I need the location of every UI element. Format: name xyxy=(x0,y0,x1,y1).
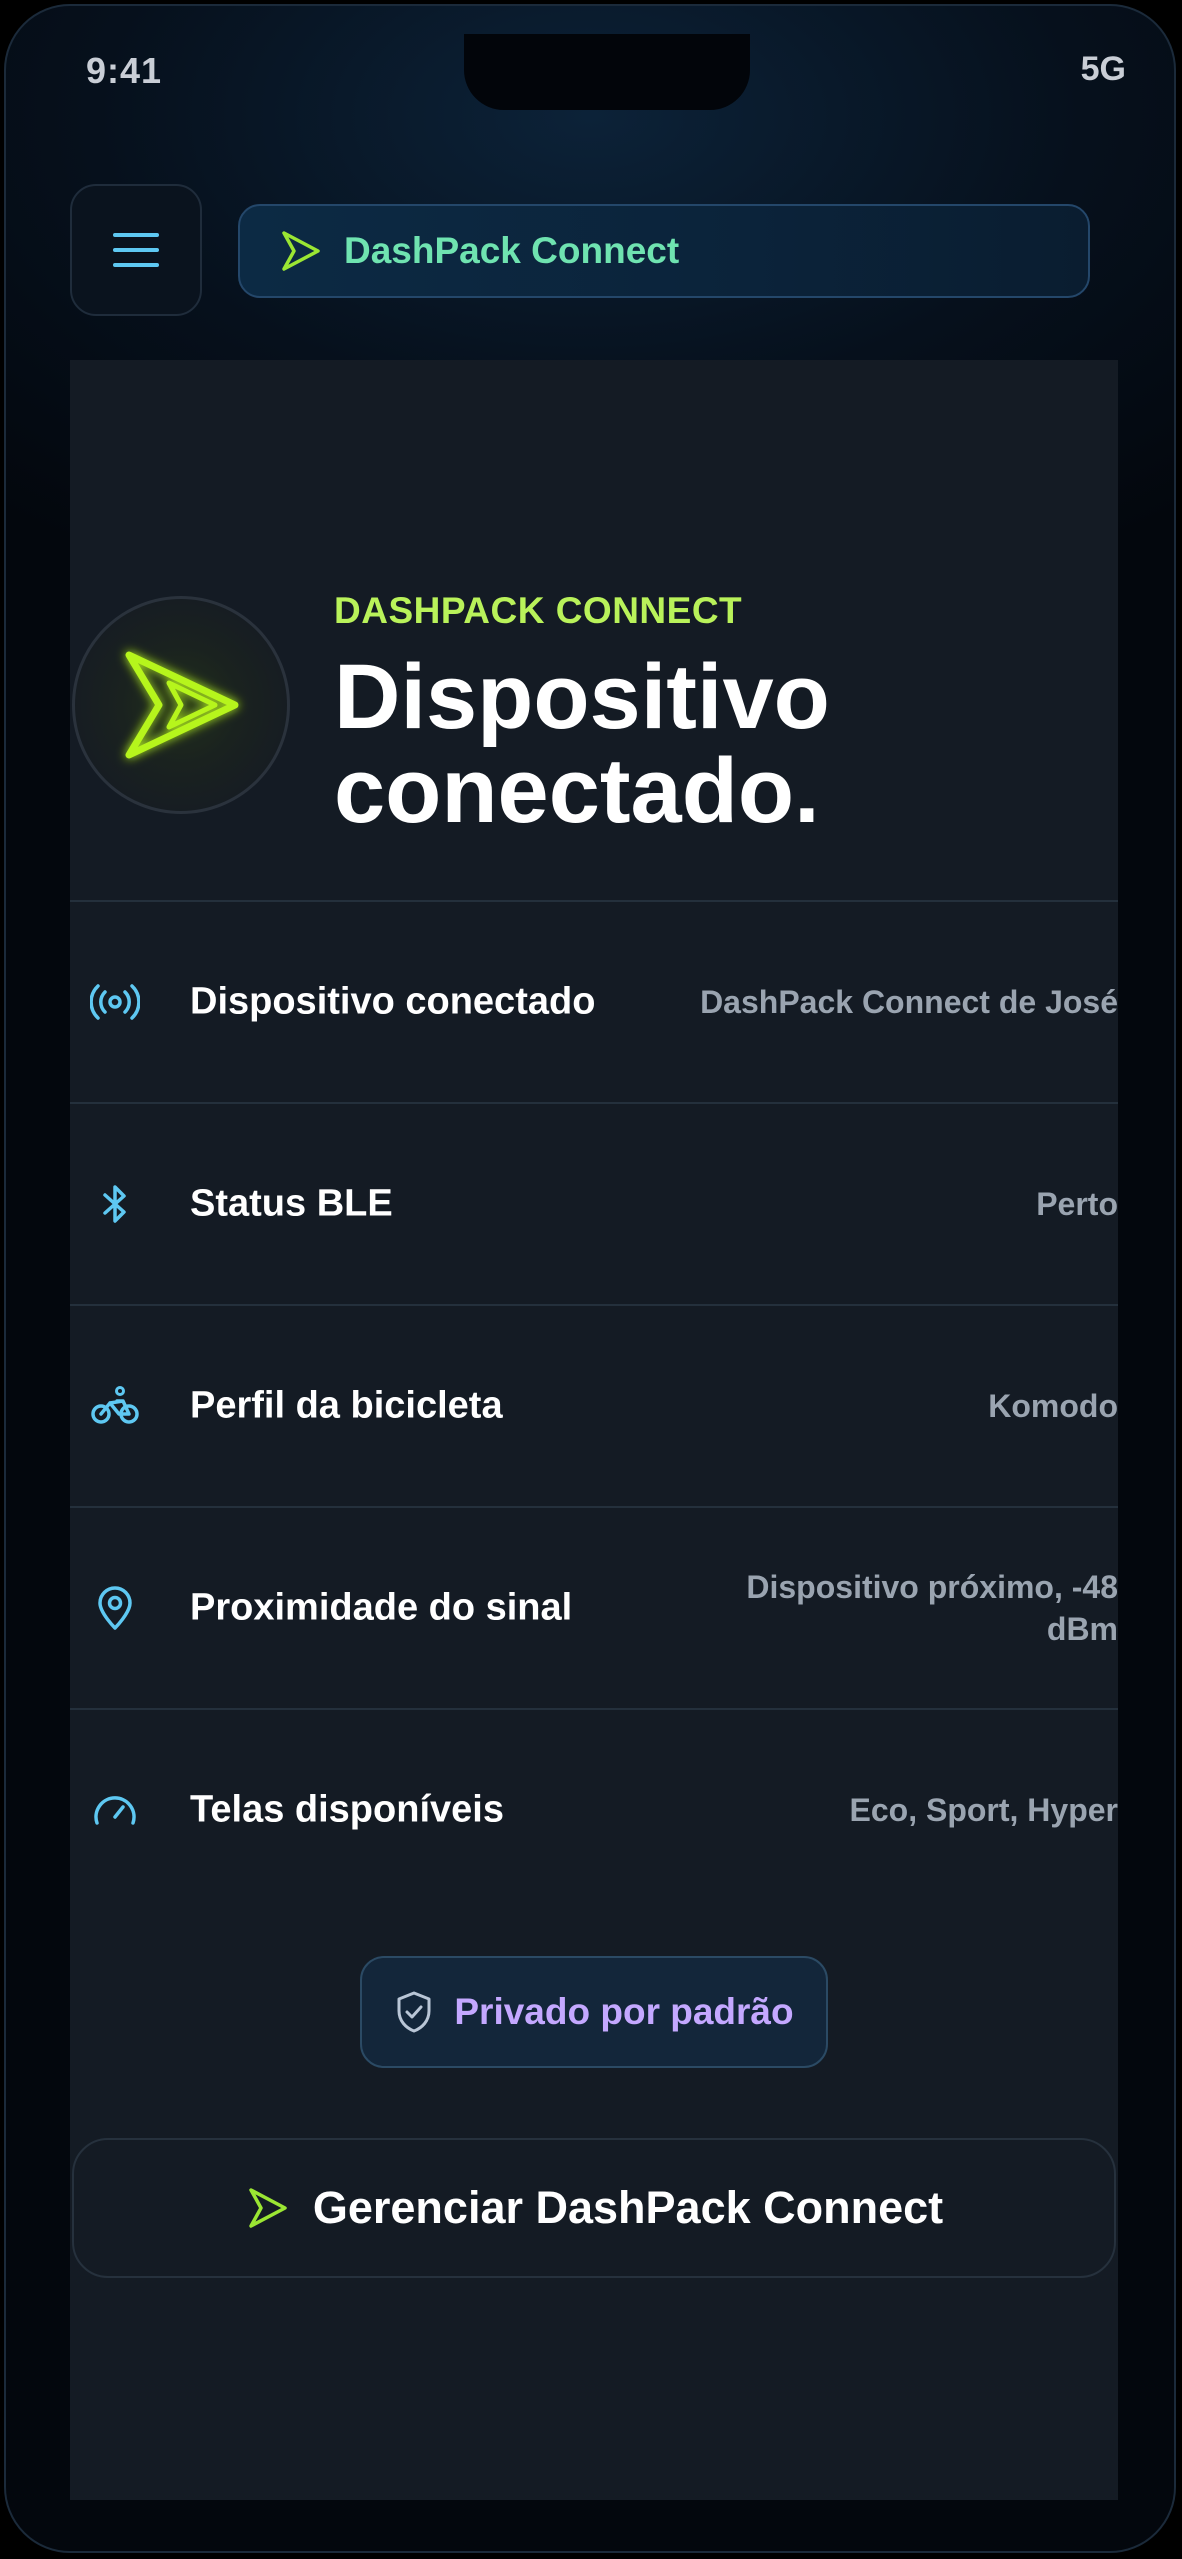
row-label: Telas disponíveis xyxy=(190,1788,504,1831)
bluetooth-icon xyxy=(103,1185,126,1223)
chevron-logo-icon xyxy=(125,651,239,759)
privacy-badge: Privado por padrão xyxy=(360,1956,828,2068)
hero-title: Dispositivo conectado. xyxy=(334,650,1034,838)
status-time: 9:41 xyxy=(86,50,163,91)
location-pin-icon xyxy=(98,1586,132,1630)
info-row-signal-proximity: Proximidade do sinal Dispositivo próximo… xyxy=(70,1506,1118,1708)
info-row-bike-profile: Perfil da bicicleta Komodo xyxy=(70,1304,1118,1506)
info-row-ble-status: Status BLE Perto xyxy=(70,1102,1118,1304)
row-label: Dispositivo conectado xyxy=(190,980,596,1023)
hero-eyebrow: DASHPACK CONNECT xyxy=(334,590,743,631)
info-row-available-screens: Telas disponíveis Eco, Sport, Hyper xyxy=(70,1708,1118,1910)
hero-title-line1: Dispositivo xyxy=(334,646,830,748)
info-list: Dispositivo conectado DashPack Connect d… xyxy=(70,900,1118,1910)
shield-check-icon xyxy=(397,1991,431,2033)
speedometer-icon xyxy=(94,1796,136,1825)
bicycle-icon xyxy=(91,1386,139,1424)
device-card: DASHPACK CONNECT Dispositivo conectado. … xyxy=(70,360,1118,2500)
chevron-logo-icon xyxy=(282,231,320,271)
app-name: DashPack Connect xyxy=(344,230,680,271)
row-label: Perfil da bicicleta xyxy=(190,1384,503,1427)
status-network: 5G xyxy=(1080,50,1126,88)
broadcast-icon xyxy=(90,984,140,1020)
row-value: DashPack Connect de José xyxy=(700,984,1118,1020)
row-value: Perto xyxy=(1036,1186,1118,1222)
row-value: Komodo xyxy=(988,1388,1118,1424)
app-title-pill[interactable]: DashPack Connect xyxy=(238,204,1090,298)
row-value: Dispositivo próximo, -48 dBm xyxy=(746,1569,1118,1647)
hero-logo xyxy=(72,596,290,814)
privacy-badge-label: Privado por padrão xyxy=(454,1991,794,2032)
hamburger-icon xyxy=(113,233,159,267)
hero-title-line2: conectado. xyxy=(334,740,820,842)
phone-frame: 9:41 5G DashPack Connect DASHPACK CONNEC… xyxy=(4,4,1176,2553)
info-row-device: Dispositivo conectado DashPack Connect d… xyxy=(70,900,1118,1102)
chevron-logo-icon xyxy=(249,2188,287,2228)
camera-notch xyxy=(464,34,750,110)
manage-button-label: Gerenciar DashPack Connect xyxy=(312,2182,944,2233)
menu-button[interactable] xyxy=(70,184,202,316)
manage-dashpack-button[interactable]: Gerenciar DashPack Connect xyxy=(72,2138,1116,2278)
row-label: Proximidade do sinal xyxy=(190,1586,573,1629)
row-label: Status BLE xyxy=(190,1182,393,1225)
row-value: Eco, Sport, Hyper xyxy=(849,1792,1119,1828)
